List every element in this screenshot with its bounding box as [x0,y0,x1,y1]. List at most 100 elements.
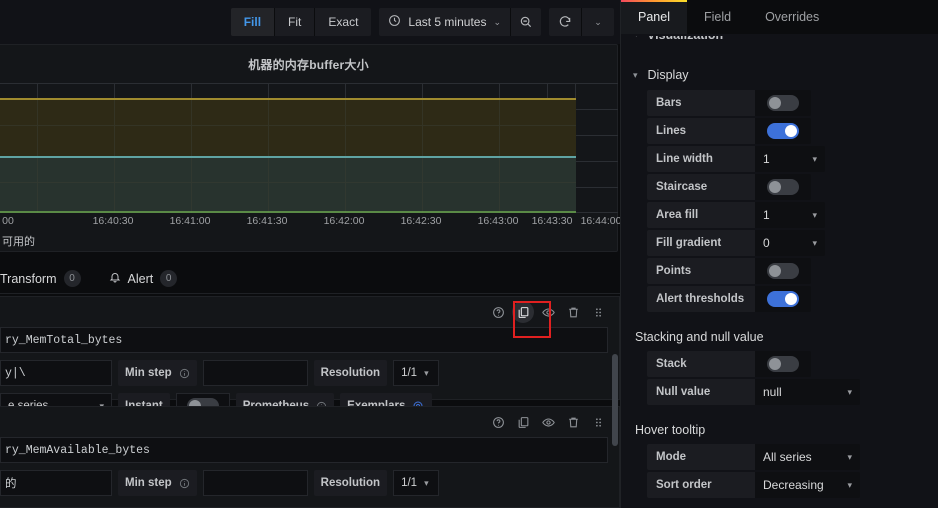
refresh-button[interactable] [549,8,581,36]
panel-size-button-group: Fill Fit Exact [230,8,372,36]
alert-thresholds-toggle[interactable] [767,291,799,307]
resolution-select-a[interactable]: 1/1 ▾ [393,360,440,386]
option-area-fill: Area fill 1 ▾ [633,202,926,228]
chevron-down-icon: ▾ [424,477,429,488]
fill-gradient-select[interactable]: 0 ▾ [755,230,825,256]
sort-order-select[interactable]: Decreasing ▾ [755,472,860,498]
fit-button[interactable]: Fit [275,8,316,36]
query-editor-tabs: Transform 0 Alert 0 [0,264,620,294]
query-row-b-actions [0,407,619,437]
query-pane-scrollbar[interactable] [612,354,618,446]
chevron-down-icon: ▾ [812,209,817,220]
resolution-label: Resolution [320,477,381,489]
trash-icon[interactable] [562,411,584,433]
exact-button[interactable]: Exact [315,8,372,36]
lines-toggle[interactable] [767,123,799,139]
alert-count-badge: 0 [160,270,178,287]
option-label: Mode [647,444,755,470]
zoom-out-button[interactable] [511,8,541,36]
tab-alert-label: Alert [127,271,154,286]
section-display-label: Display [647,68,689,82]
time-range-button[interactable]: Last 5 minutes ⌄ [379,8,510,36]
options-tabs: Panel Field Overrides [621,0,938,34]
section-tooltip-label: Hover tooltip [635,423,706,437]
sort-order-value: Decreasing [763,478,824,492]
series-area-memavailable [0,157,576,213]
option-lines: Lines [633,118,926,144]
resolution-field-a: Resolution [313,360,388,386]
help-icon[interactable] [487,301,509,323]
min-step-label: Min step [125,367,172,379]
min-step-label: Min step [125,477,172,489]
chevron-down-icon: ▾ [812,153,817,164]
option-points: Points [633,258,926,284]
section-display-header[interactable]: ▾ Display [633,60,926,90]
chart-legend[interactable]: 可用的 [0,233,618,249]
min-step-input-a[interactable] [202,360,308,386]
query-expression-b[interactable]: ry_MemAvailable_bytes [0,437,608,463]
tab-panel[interactable]: Panel [621,0,687,34]
legend-format-input-b[interactable]: 的 [0,470,112,496]
area-fill-select[interactable]: 1 ▾ [755,202,825,228]
clock-icon [388,14,401,30]
legend-format-input-a[interactable]: y|\ [0,360,112,386]
section-visualization-label: Visualization [647,36,723,42]
transform-count-badge: 0 [63,270,81,287]
query-expression-a[interactable]: ry_MemTotal_bytes [0,327,608,353]
trash-icon[interactable] [562,301,584,323]
editor-left-column: Fill Fit Exact Last 5 minutes ⌄ ⌄ 机器的内存b… [0,0,621,508]
chart-plot-area[interactable] [0,83,618,213]
option-label: Sort order [647,472,755,498]
section-visualization-clipped[interactable]: ▾ Visualization [633,36,926,50]
fill-button[interactable]: Fill [230,8,276,36]
x-tick-label: 16:44:00 [580,215,622,227]
option-label: Stack [647,351,755,377]
chevron-down-icon: ▾ [847,386,852,397]
eye-icon[interactable] [537,411,559,433]
min-step-field-b: Min step [118,470,197,496]
resolution-field-b: Resolution [313,470,388,496]
option-bars: Bars [633,90,926,116]
min-step-input-b[interactable] [202,470,308,496]
tab-overrides[interactable]: Overrides [748,0,836,34]
refresh-picker: ⌄ [549,8,614,36]
chevron-down-icon: ▾ [424,367,429,378]
tab-transform[interactable]: Transform 0 [0,270,81,287]
line-width-select[interactable]: 1 ▾ [755,146,825,172]
x-tick-label: 16:40:30 [92,215,134,227]
time-range-label: Last 5 minutes [408,15,487,29]
tooltip-mode-select[interactable]: All series ▾ [755,444,860,470]
option-label: Fill gradient [647,230,755,256]
stack-toggle[interactable] [767,356,799,372]
options-scroll-area: ▾ Visualization ▾ Display Bars Lines Lin… [621,34,938,508]
help-icon[interactable] [487,411,509,433]
duplicate-icon[interactable] [512,301,534,323]
option-staircase: Staircase [633,174,926,200]
bars-toggle[interactable] [767,95,799,111]
resolution-select-b[interactable]: 1/1 ▾ [393,470,440,496]
x-tick-label: 16:41:00 [169,215,211,227]
visualization-panel[interactable]: 机器的内存buffer大小 00 16:40:30 16:41:00 16:41… [0,44,621,252]
option-label: Area fill [647,202,755,228]
points-toggle[interactable] [767,263,799,279]
refresh-interval-dropdown[interactable]: ⌄ [582,8,614,36]
option-label: Points [647,258,755,284]
chart-x-axis: 00 16:40:30 16:41:00 16:41:30 16:42:00 1… [0,215,621,231]
drag-handle-icon[interactable] [587,411,609,433]
query-a-controls-row1: y|\ Min step Resolution 1/1 ▾ [0,353,619,386]
time-range-picker[interactable]: Last 5 minutes ⌄ [379,8,541,36]
option-alert-thresholds: Alert thresholds [633,286,926,312]
duplicate-icon[interactable] [512,411,534,433]
option-line-width: Line width 1 ▾ [633,146,926,172]
x-tick-label: 16:43:00 [477,215,519,227]
drag-handle-icon[interactable] [587,301,609,323]
null-value-select[interactable]: null ▾ [755,379,860,405]
chevron-down-icon: ▾ [847,479,852,490]
chevron-down-icon: ▾ [812,237,817,248]
eye-icon[interactable] [537,301,559,323]
x-tick-label: 16:42:00 [323,215,365,227]
resolution-label: Resolution [320,367,381,379]
tab-alert[interactable]: Alert 0 [109,270,178,287]
staircase-toggle[interactable] [767,179,799,195]
tab-field[interactable]: Field [687,0,748,34]
